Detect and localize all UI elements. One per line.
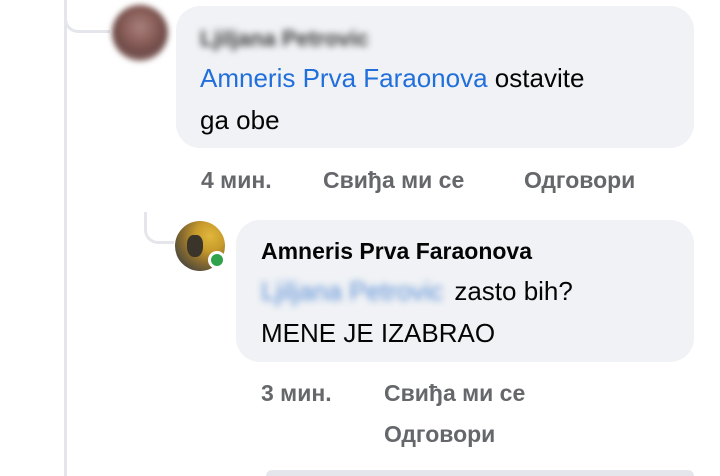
- comment-timestamp[interactable]: 4 мин.: [201, 167, 272, 194]
- comment-text: Ljiljana Petrovic zasto bih?: [261, 270, 573, 312]
- thread-line: [64, 0, 67, 476]
- comment-thread: Ljiljana Petrovic Amneris Prva Faraonova…: [0, 0, 720, 476]
- online-status-icon: [208, 251, 226, 269]
- next-comment-edge: [266, 470, 694, 476]
- mention-link[interactable]: Ljiljana Petrovic: [261, 270, 443, 312]
- comment-text-body: ostavite: [494, 63, 585, 93]
- thread-connector: [64, 0, 110, 33]
- reply-button[interactable]: Одговори: [524, 167, 635, 194]
- comment-text-line2: ga obe: [200, 105, 280, 135]
- comment-text-body: zasto bih?: [454, 276, 573, 306]
- comment-text-line2: MENE JE IZABRAO: [261, 318, 496, 348]
- comment-timestamp[interactable]: 3 мин.: [261, 380, 332, 407]
- reply-button[interactable]: Одговори: [384, 421, 495, 448]
- avatar[interactable]: [112, 5, 168, 61]
- thread-connector: [144, 212, 174, 244]
- like-button[interactable]: Свиђа ми се: [384, 380, 525, 407]
- comment-author[interactable]: Ljiljana Petrovic: [200, 26, 369, 52]
- comment-text: Amneris Prva Faraonova ostavite: [200, 57, 584, 99]
- comment-author[interactable]: Amneris Prva Faraonova: [261, 238, 532, 265]
- like-button[interactable]: Свиђа ми се: [323, 167, 464, 194]
- avatar-face: [187, 235, 203, 257]
- mention-link[interactable]: Amneris Prva Faraonova: [200, 63, 488, 93]
